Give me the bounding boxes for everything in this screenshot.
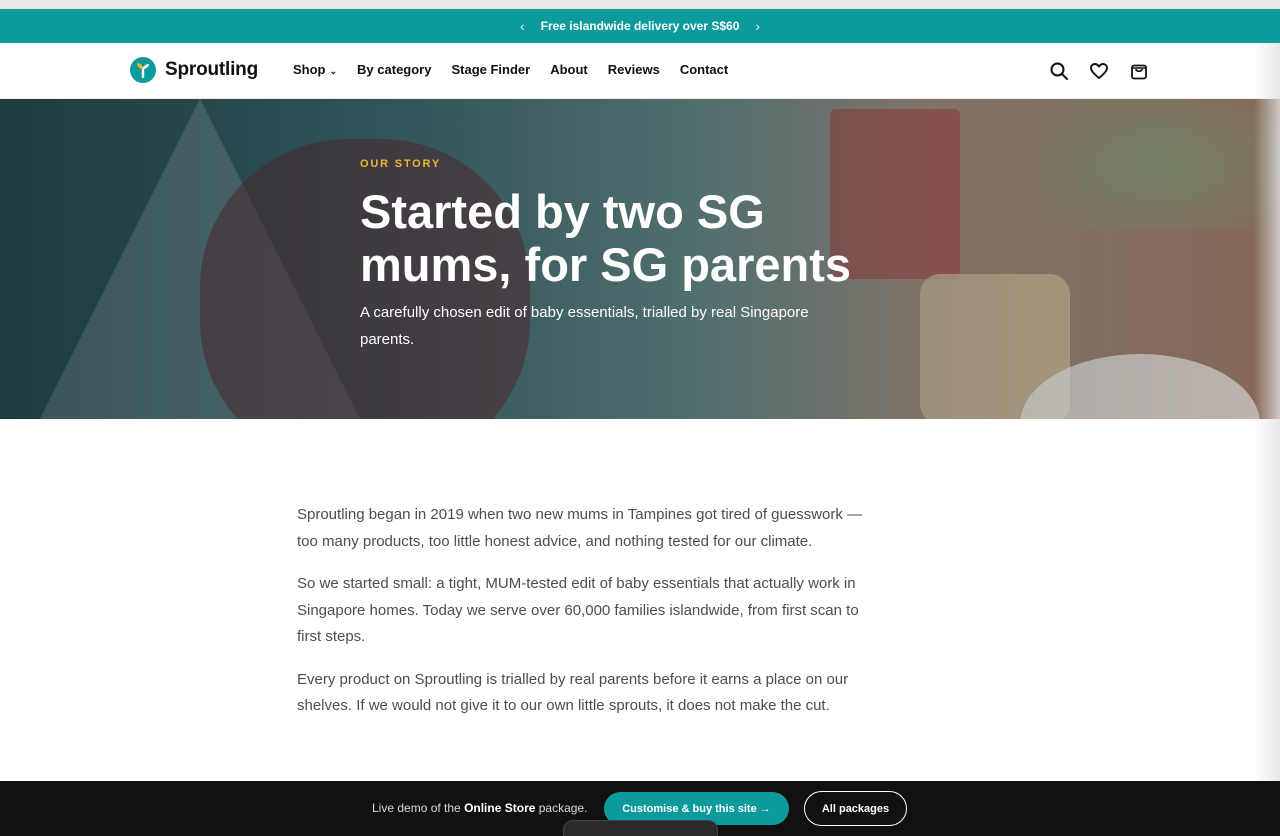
demo-text: Live demo of the Online Store package. [372,801,587,815]
story-paragraph: So we started small: a tight, MUM-tested… [297,575,859,645]
browser-strip [0,0,1280,9]
demo-text-suffix: package. [535,801,588,815]
story-paragraph: Every product on Sproutling is trialled … [297,670,849,715]
nav-item-shop[interactable]: Shop ⌄ [293,62,337,77]
nav-item-reviews[interactable]: Reviews [608,62,660,77]
demo-package-name: Online Store [464,801,536,815]
hero-title: Started by two SG mums, for SG parents [360,185,851,291]
sprout-logo-icon [130,57,156,83]
story-content: Sproutling began in 2019 when two new mu… [297,502,877,736]
heart-icon[interactable] [1088,60,1110,82]
demo-text-prefix: Live demo of the [372,801,465,815]
logo-text: Sproutling [165,59,258,80]
nav-item-label: Shop [293,62,326,77]
chevron-right-icon[interactable]: › [739,18,776,34]
chevron-down-icon: ⌄ [329,66,338,76]
bag-icon[interactable] [1128,60,1150,82]
hero-banner: OUR STORY Started by two SG mums, for SG… [0,99,1280,419]
hero-subtitle: A carefully chosen edit of baby essentia… [360,304,809,348]
floating-toolbar[interactable] [563,820,718,836]
nav-item-by-category[interactable]: By category [357,62,431,77]
nav-item-contact[interactable]: Contact [680,62,728,77]
nav-item-about[interactable]: About [550,62,588,77]
page-edge-shadow [1254,43,1280,781]
logo[interactable]: Sproutling [130,57,258,83]
nav-item-stage-finder[interactable]: Stage Finder [451,62,530,77]
site-header: Sproutling Shop ⌄ By category Stage Finde… [0,43,1280,99]
header-icons [1048,60,1150,82]
all-packages-button[interactable]: All packages [804,791,907,826]
chevron-left-icon[interactable]: ‹ [504,18,541,34]
announcement-bar: ‹ Free islandwide delivery over S$60 › [0,9,1280,43]
demo-bar: Live demo of the Online Store package. C… [0,781,1280,836]
search-icon[interactable] [1048,60,1070,82]
announcement-text: Free islandwide delivery over S$60 [540,19,740,33]
hero-eyebrow: OUR STORY [360,158,441,170]
main-nav: Shop ⌄ By category Stage Finder About Rev… [293,62,728,77]
story-paragraph: Sproutling began in 2019 when two new mu… [297,506,863,550]
